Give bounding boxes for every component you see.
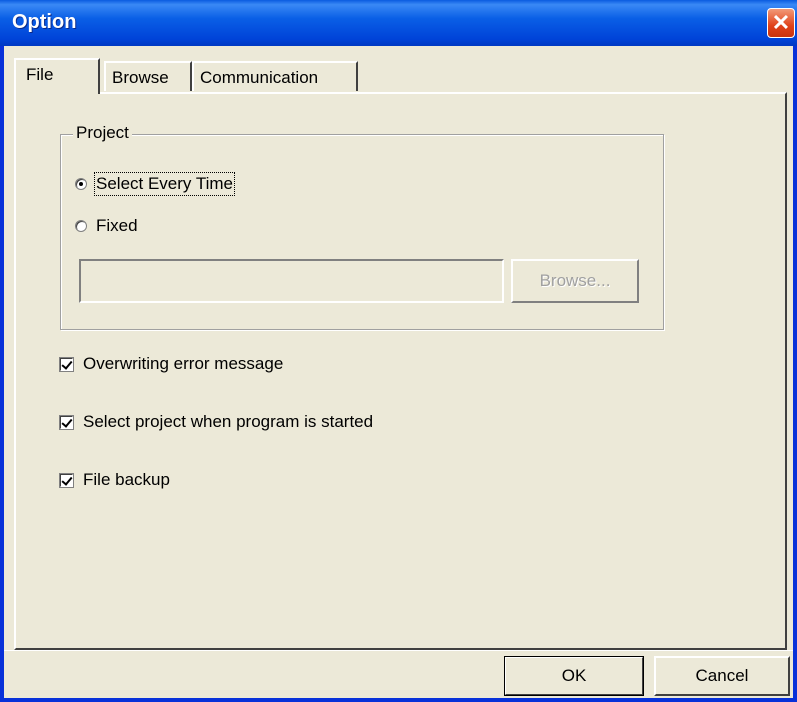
radio-fixed-label: Fixed bbox=[96, 216, 138, 235]
project-group-label: Project bbox=[73, 123, 132, 143]
radio-select-every-time[interactable]: Select Every Time bbox=[75, 172, 235, 196]
tab-file[interactable]: File bbox=[14, 58, 100, 94]
checkbox-box[interactable] bbox=[60, 415, 73, 429]
tab-communication[interactable]: Communication bbox=[192, 61, 358, 91]
file-tab-panel: Project Select Every Time Fixed Browse..… bbox=[14, 92, 787, 650]
select-project-on-start-label: Select project when program is started bbox=[83, 412, 374, 431]
file-backup-checkbox[interactable]: File backup bbox=[60, 468, 170, 492]
browse-button[interactable]: Browse... bbox=[511, 259, 639, 303]
select-project-on-start-checkbox[interactable]: Select project when program is started bbox=[60, 410, 373, 434]
checkbox-box[interactable] bbox=[60, 357, 73, 371]
radio-fixed[interactable]: Fixed bbox=[75, 214, 138, 238]
radio-button-checked[interactable] bbox=[75, 178, 87, 190]
close-button[interactable]: ✕ bbox=[767, 8, 795, 38]
tab-file-label: File bbox=[26, 65, 54, 84]
file-backup-label: File backup bbox=[83, 470, 170, 489]
overwriting-error-message-checkbox[interactable]: Overwriting error message bbox=[60, 352, 283, 376]
tab-communication-label: Communication bbox=[200, 68, 319, 87]
ok-button[interactable]: OK bbox=[504, 656, 644, 696]
cancel-button[interactable]: Cancel bbox=[654, 656, 790, 696]
footer-divider bbox=[4, 650, 793, 651]
radio-select-every-time-label: Select Every Time bbox=[94, 172, 235, 196]
tab-browse[interactable]: Browse bbox=[104, 61, 192, 91]
checkbox-box[interactable] bbox=[60, 473, 73, 487]
title-bar[interactable]: Option ✕ bbox=[0, 0, 797, 46]
fixed-project-path-field[interactable] bbox=[79, 259, 504, 303]
tab-browse-label: Browse bbox=[112, 68, 169, 87]
overwriting-error-message-label: Overwriting error message bbox=[83, 354, 284, 373]
option-dialog: Option ✕ File Browse Communication Proje… bbox=[0, 0, 797, 702]
project-groupbox: Project Select Every Time Fixed Browse..… bbox=[60, 123, 664, 330]
radio-button-unchecked[interactable] bbox=[75, 220, 87, 232]
close-icon: ✕ bbox=[771, 10, 791, 35]
window-title: Option bbox=[12, 11, 77, 33]
